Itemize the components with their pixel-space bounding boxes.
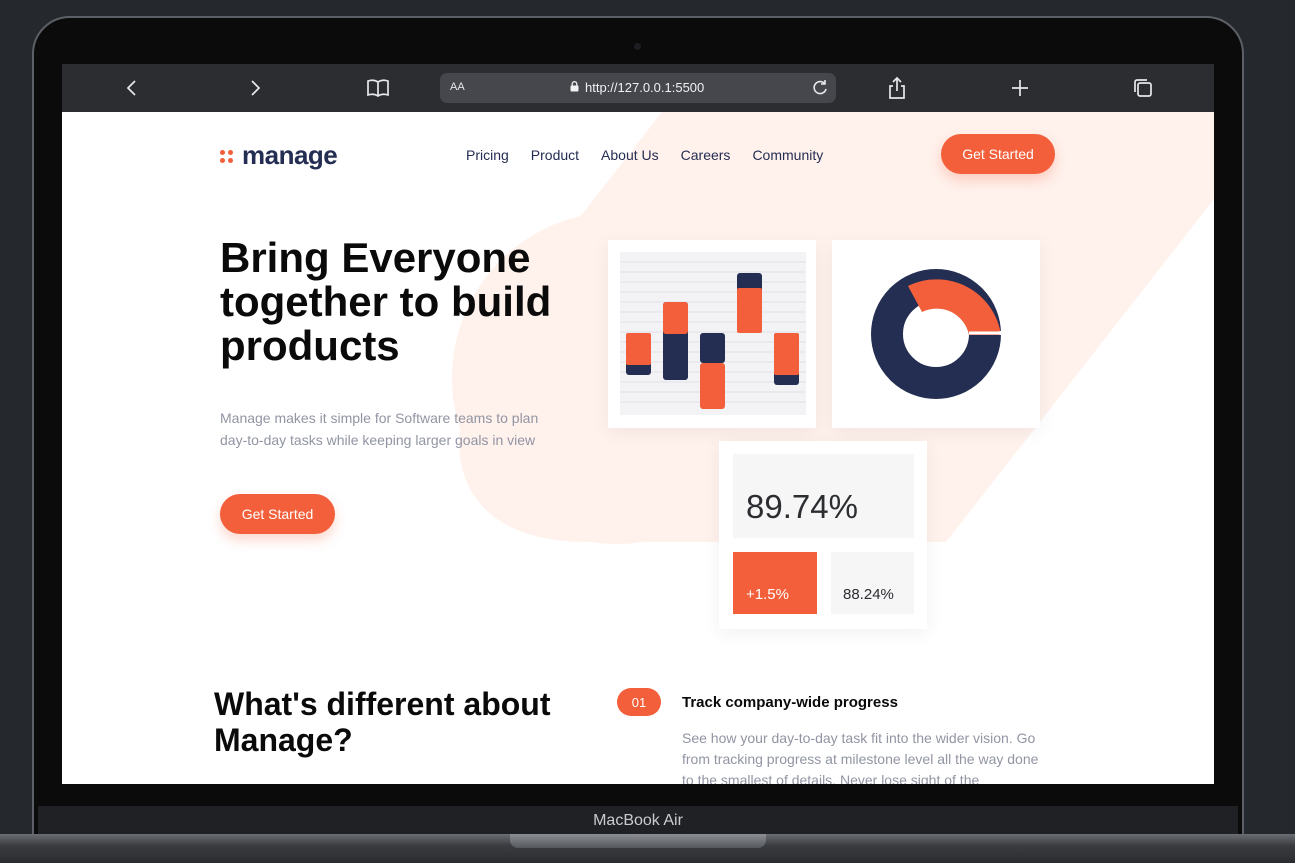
nav-about-us[interactable]: About Us: [601, 147, 659, 163]
browser-toolbar: AA http://127.0.0.1:5500: [62, 64, 1214, 112]
camera: [634, 43, 641, 50]
hero-get-started-button[interactable]: Get Started: [220, 494, 335, 534]
feature-description: See how your day-to-day task fit into th…: [682, 730, 1039, 784]
lock-icon: [570, 80, 579, 95]
donut-chart-card: [832, 240, 1040, 428]
device-label: MacBook Air: [593, 812, 683, 829]
laptop-notch: [510, 834, 766, 848]
nav-community[interactable]: Community: [752, 147, 823, 163]
stat-secondary-box: 88.24%: [831, 552, 914, 614]
stat-secondary-value: 88.24%: [843, 586, 894, 603]
stat-delta-value: +1.5%: [746, 586, 789, 603]
nav-careers[interactable]: Careers: [681, 147, 731, 163]
reload-icon[interactable]: [810, 78, 830, 98]
address-bar[interactable]: AA http://127.0.0.1:5500: [440, 73, 836, 103]
back-icon[interactable]: [115, 72, 149, 104]
url-text: http://127.0.0.1:5500: [585, 80, 705, 95]
nav-product[interactable]: Product: [531, 147, 579, 163]
donut-chart-graphic: [871, 269, 1003, 399]
feature-title: Track company-wide progress: [682, 694, 898, 711]
screen: AA http://127.0.0.1:5500 manage Pricing …: [62, 64, 1214, 784]
feature-number-badge: 01: [617, 688, 661, 716]
stat-main-value: 89.74%: [746, 488, 858, 525]
hero-description: Manage makes it simple for Software team…: [220, 410, 539, 448]
bookmarks-icon[interactable]: [361, 72, 395, 104]
header-get-started-button[interactable]: Get Started: [941, 134, 1055, 174]
bar-chart-card: [608, 240, 816, 428]
web-page: manage Pricing Product About Us Careers …: [62, 112, 1214, 784]
url-display[interactable]: http://127.0.0.1:5500: [570, 80, 704, 95]
new-tab-icon[interactable]: [1003, 72, 1037, 104]
main-nav: Pricing Product About Us Careers Communi…: [466, 147, 823, 163]
tabs-icon[interactable]: [1126, 72, 1160, 104]
hero-title: Bring Everyone together to build product…: [220, 234, 552, 369]
logo[interactable]: manage: [220, 140, 338, 171]
nav-pricing[interactable]: Pricing: [466, 147, 509, 163]
logo-text: manage: [242, 140, 338, 170]
stat-main-box: 89.74%: [733, 454, 914, 538]
share-icon[interactable]: [880, 72, 914, 104]
logo-dots-icon: [220, 149, 234, 163]
stat-delta-box: +1.5%: [733, 552, 817, 614]
text-size-button[interactable]: AA: [450, 81, 465, 93]
bar-chart-graphic: [620, 252, 806, 415]
forward-icon[interactable]: [238, 72, 272, 104]
features-title: What's different about Manage?: [214, 686, 551, 758]
